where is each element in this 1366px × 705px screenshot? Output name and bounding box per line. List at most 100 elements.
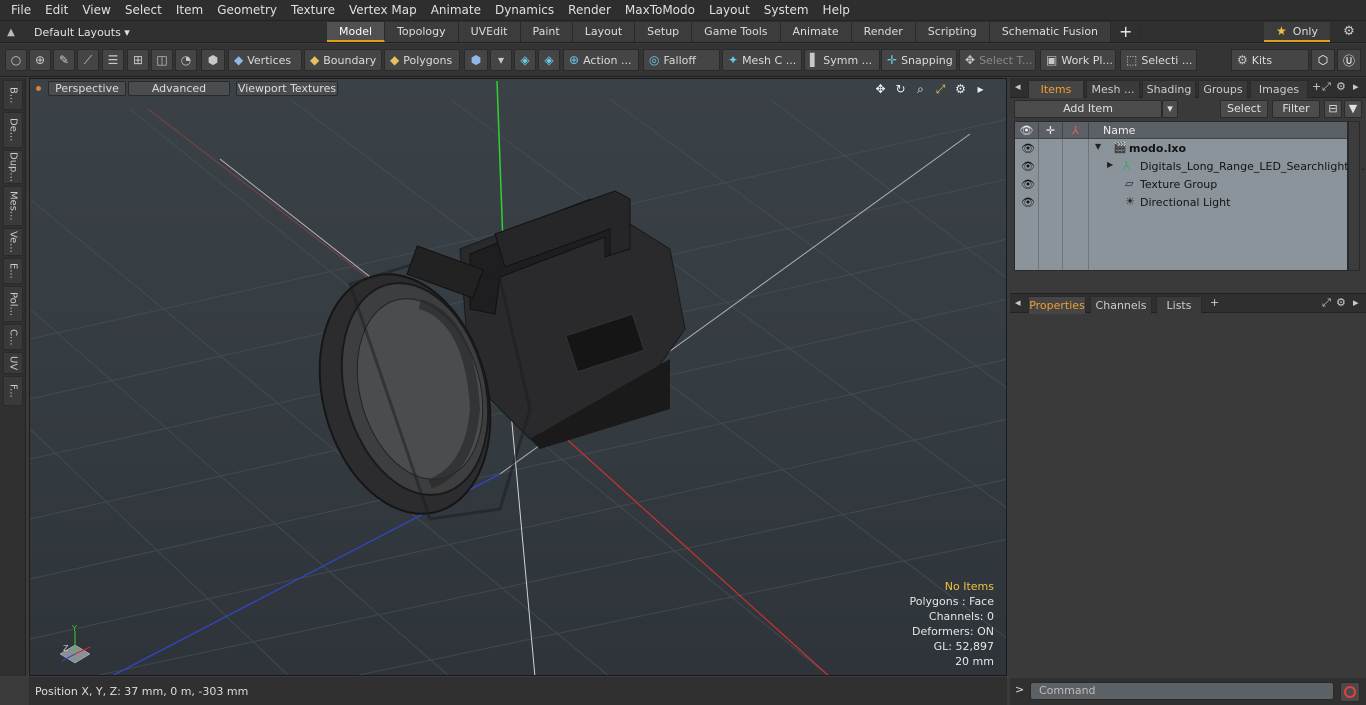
action-center-button[interactable]: ⊕ Action ... xyxy=(563,49,639,71)
vtab-fusion[interactable]: F... xyxy=(3,376,23,406)
tab-items[interactable]: Items xyxy=(1028,80,1084,98)
perspective-button[interactable]: Perspective xyxy=(48,81,126,96)
3d-viewport[interactable]: Y Z Perspective Advanced Viewport Textur… xyxy=(29,78,1007,676)
menu-select[interactable]: Select xyxy=(118,3,169,17)
expand-panel-icon[interactable]: ⤢ xyxy=(1322,80,1331,94)
tab-mesh[interactable]: Mesh ... xyxy=(1086,80,1140,98)
panel-menu-icon[interactable]: ◂ xyxy=(1015,80,1021,93)
menu-texture[interactable]: Texture xyxy=(284,3,342,17)
gear-icon[interactable]: ⚙ xyxy=(1340,23,1358,41)
mesh-constraint-button[interactable]: ✦ Mesh C ... xyxy=(722,49,802,71)
props-more-icon[interactable]: ▸ xyxy=(1353,296,1359,309)
add-panel-tab-icon[interactable]: + xyxy=(1312,80,1321,93)
lock-column-icon[interactable]: ✛ xyxy=(1039,122,1063,139)
viewport-textures-button[interactable]: Viewport Textures xyxy=(236,81,338,96)
visibility-eye-icon[interactable]: 👁 xyxy=(1021,160,1035,173)
tab-layout[interactable]: Layout xyxy=(572,22,636,42)
searchlight-model[interactable] xyxy=(294,190,686,533)
vtab-mesh[interactable]: Mes... xyxy=(3,186,23,226)
tab-scripting[interactable]: Scripting xyxy=(915,22,990,42)
mode-dropdown-button[interactable]: ▾ xyxy=(490,49,512,71)
tab-schematic-fusion[interactable]: Schematic Fusion xyxy=(989,22,1112,42)
vtab-polygon[interactable]: Pol... xyxy=(3,286,23,322)
tab-shading[interactable]: Shading xyxy=(1142,80,1196,98)
tab-properties[interactable]: Properties xyxy=(1028,296,1086,314)
collapse-button[interactable]: ⊟ xyxy=(1324,100,1342,118)
selection-sets-button[interactable]: ⬚ Selecti ... xyxy=(1120,49,1197,71)
vtab-uv[interactable]: UV xyxy=(3,352,23,374)
menu-file[interactable]: File xyxy=(4,3,38,17)
tab-paint[interactable]: Paint xyxy=(520,22,573,42)
viewport-settings-icon[interactable]: ⚙ xyxy=(953,81,968,97)
frame-button[interactable]: ◫ xyxy=(151,49,173,71)
type-column-icon[interactable]: ⅄ xyxy=(1063,122,1089,139)
polygons-button[interactable]: ◆ Polygons xyxy=(384,49,460,71)
menu-geometry[interactable]: Geometry xyxy=(210,3,284,17)
panel-gear-icon[interactable]: ⚙ xyxy=(1336,80,1346,93)
tab-model[interactable]: Model xyxy=(327,22,386,42)
maximize-view-icon[interactable]: ⤢ xyxy=(933,81,948,97)
vtab-edge[interactable]: E... xyxy=(3,258,23,284)
menu-vertex-map[interactable]: Vertex Map xyxy=(342,3,424,17)
advanced-button[interactable]: Advanced xyxy=(128,81,230,96)
menu-dynamics[interactable]: Dynamics xyxy=(488,3,561,17)
kits-button[interactable]: ⚙ Kits xyxy=(1231,49,1309,71)
globe-button[interactable]: ⊕ xyxy=(29,49,51,71)
unreal-button[interactable]: Ⓤ xyxy=(1337,49,1361,71)
vtab-curve[interactable]: C... xyxy=(3,324,23,350)
only-toggle[interactable]: ★ Only xyxy=(1264,22,1330,42)
tab-lists[interactable]: Lists xyxy=(1156,296,1202,314)
shield-button[interactable]: ⬢ xyxy=(201,49,225,71)
tree-row-mesh[interactable]: 👁 ▶ ⅄ Digitals_Long_Range_LED_Searchligh… xyxy=(1015,158,1366,176)
falloff-button[interactable]: ◎ Falloff xyxy=(643,49,720,71)
tree-row-light[interactable]: 👁 ☀ Directional Light xyxy=(1015,194,1347,212)
move-view-icon[interactable]: ✥ xyxy=(873,81,888,97)
clock-button[interactable]: ◔ xyxy=(175,49,197,71)
brush-button[interactable]: ⟋ xyxy=(77,49,99,71)
vtab-duplicate[interactable]: Dup... xyxy=(3,150,23,184)
boundary-button[interactable]: ◆ Boundary xyxy=(304,49,382,71)
snap-a-button[interactable]: ◈ xyxy=(514,49,536,71)
symmetry-button[interactable]: ▌ Symm ... xyxy=(804,49,880,71)
snapping-button[interactable]: ✛ Snapping xyxy=(881,49,957,71)
item-list-scrollbar[interactable] xyxy=(1348,121,1360,271)
add-item-button[interactable]: Add Item xyxy=(1014,100,1162,118)
vertices-button[interactable]: ◆ Vertices xyxy=(228,49,302,71)
menu-help[interactable]: Help xyxy=(816,3,857,17)
tree-row-scene[interactable]: 👁 ▼ 🎬 modo.lxo xyxy=(1015,140,1347,158)
collapse-icon[interactable]: ▲ xyxy=(4,27,18,38)
menu-render[interactable]: Render xyxy=(561,3,618,17)
add-item-dropdown[interactable]: ▾ xyxy=(1162,100,1178,118)
tab-uvedit[interactable]: UVEdit xyxy=(458,22,521,42)
pen-button[interactable]: ✎ xyxy=(53,49,75,71)
vtab-basic[interactable]: B... xyxy=(3,80,23,110)
snap-b-button[interactable]: ◈ xyxy=(538,49,560,71)
tab-game-tools[interactable]: Game Tools xyxy=(692,22,781,42)
menu-edit[interactable]: Edit xyxy=(38,3,75,17)
panel-more-icon[interactable]: ▸ xyxy=(1353,80,1359,93)
rotate-view-icon[interactable]: ↻ xyxy=(893,81,908,97)
select-through-button[interactable]: ✥ Select T... xyxy=(959,49,1036,71)
select-button[interactable]: Select xyxy=(1220,100,1268,118)
unity-button[interactable]: ⬡ xyxy=(1311,49,1335,71)
align-button[interactable]: ☰ xyxy=(102,49,124,71)
add-prop-tab-icon[interactable]: + xyxy=(1210,296,1219,309)
visibility-eye-icon[interactable]: 👁 xyxy=(1021,142,1035,155)
zoom-view-icon[interactable]: ⌕ xyxy=(913,81,928,97)
item-mode-button[interactable]: ⬢ xyxy=(464,49,488,71)
work-plane-button[interactable]: ▣ Work Pl... xyxy=(1040,49,1116,71)
record-macro-button[interactable] xyxy=(1340,682,1360,702)
menu-item[interactable]: Item xyxy=(169,3,210,17)
menu-maxtomodo[interactable]: MaxToModo xyxy=(618,3,702,17)
props-gear-icon[interactable]: ⚙ xyxy=(1336,296,1346,309)
tab-setup[interactable]: Setup xyxy=(635,22,693,42)
viewport-more-icon[interactable]: ▸ xyxy=(973,81,988,97)
menu-animate[interactable]: Animate xyxy=(424,3,488,17)
menu-layout[interactable]: Layout xyxy=(702,3,757,17)
tab-channels[interactable]: Channels xyxy=(1090,296,1152,314)
filter-button[interactable]: Filter xyxy=(1272,100,1320,118)
props-menu-icon[interactable]: ◂ xyxy=(1015,296,1021,309)
viewport-options-dot[interactable] xyxy=(36,86,41,91)
command-input[interactable]: Command xyxy=(1030,682,1334,700)
expand-props-icon[interactable]: ⤢ xyxy=(1322,296,1331,310)
